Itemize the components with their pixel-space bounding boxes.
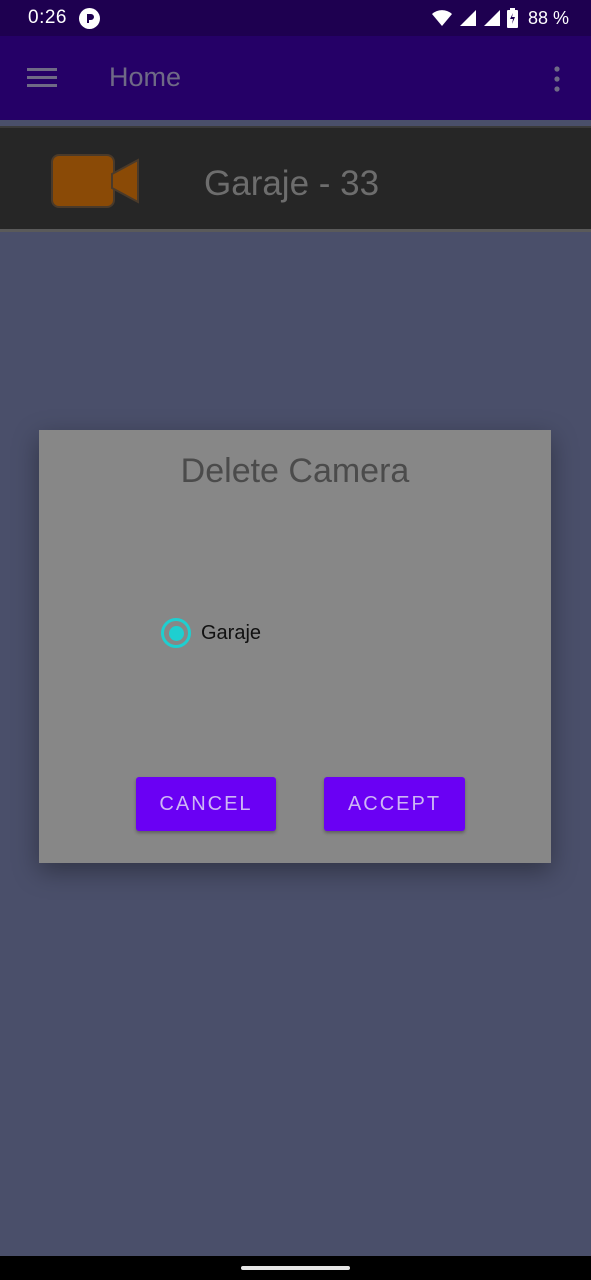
page-title: Home [109, 62, 182, 92]
video-camera-icon [51, 154, 139, 208]
radio-button[interactable] [161, 618, 191, 648]
menu-icon[interactable] [27, 68, 57, 88]
camera-list-item[interactable]: Garaje - 33 [0, 126, 591, 232]
camera-name: Garaje - 33 [204, 164, 380, 203]
home-gesture-handle[interactable] [241, 1266, 350, 1270]
dialog-title: Delete Camera [180, 452, 410, 490]
wifi-icon [431, 10, 452, 26]
status-left: 0:26 [28, 7, 100, 29]
cancel-button[interactable]: CANCEL [136, 777, 276, 831]
signal-icon [483, 10, 500, 26]
battery-icon [506, 8, 518, 28]
status-time: 0:26 [28, 7, 67, 28]
app-notification-icon [78, 7, 100, 29]
battery-percent: 88 % [527, 7, 569, 28]
status-right: 88 % [431, 8, 569, 29]
status-bar: 0:26 88 % [0, 0, 591, 36]
signal-icon [459, 10, 476, 26]
accept-button[interactable]: ACCEPT [324, 777, 465, 831]
radio-label: Garaje [201, 621, 262, 644]
navigation-bar [0, 1256, 591, 1280]
delete-camera-dialog: Delete Camera Garaje CANCEL ACCEPT [39, 430, 551, 863]
radio-option-garaje[interactable]: Garaje [161, 617, 261, 649]
radio-selected-dot [168, 625, 184, 641]
app-bar: Home [0, 36, 591, 120]
more-vert-icon[interactable] [552, 66, 562, 92]
